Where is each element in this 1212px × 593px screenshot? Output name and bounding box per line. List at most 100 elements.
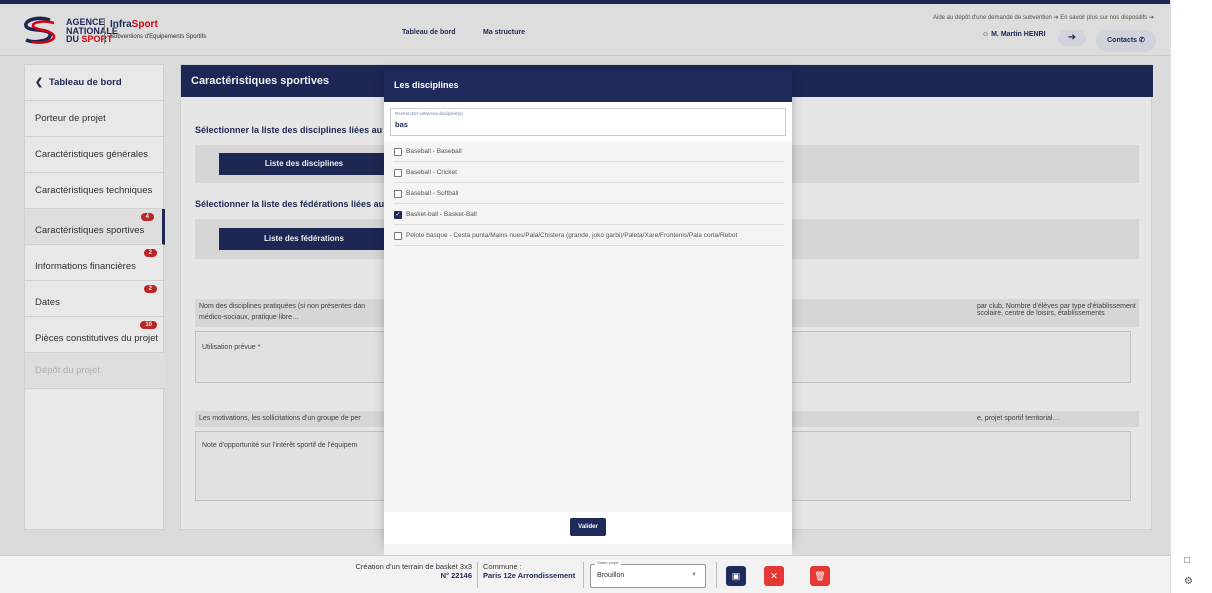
sidebar-item-label: Dates: [35, 297, 60, 308]
checkbox-checked-icon[interactable]: ✓: [394, 210, 402, 219]
disciplines-section-label: Sélectionner la liste des disciplines li…: [195, 125, 391, 135]
sidebar-badge: 2: [143, 285, 157, 293]
logout-button[interactable]: ➜: [1058, 30, 1086, 46]
sidebar-item-submit: Dépôt du projet: [25, 353, 165, 389]
validate-button[interactable]: Valider: [570, 518, 606, 536]
status-select-value: Brouillon: [597, 572, 625, 579]
sidebar-item-financial[interactable]: Informations financières 2: [25, 245, 165, 281]
commune-info: Commune : Paris 12e Arrondissement: [483, 562, 575, 580]
discipline-search-field[interactable]: Rechercher votre/vos discipline(s): [390, 108, 786, 136]
nav-my-structure[interactable]: Ma structure: [483, 29, 525, 36]
user-account[interactable]: ☺ M. Martin HENRI: [982, 31, 1046, 38]
checkbox-icon[interactable]: [394, 231, 402, 240]
sidebar: ❮ Tableau de bord Porteur de projet Carac…: [24, 64, 165, 530]
sidebar-back-dashboard[interactable]: ❮ Tableau de bord: [25, 65, 165, 101]
project-name: Création d'un terrain de basket 3x3: [355, 562, 472, 571]
sidebar-item-label: Informations financières: [35, 261, 136, 272]
checkbox-icon[interactable]: [394, 147, 402, 156]
sidebar-item-dates[interactable]: Dates 2: [25, 281, 165, 317]
practices-hint-right: par club, Nombre d'élèves par type d'éta…: [977, 303, 1136, 317]
sidebar-item-label: Pièces constitutives du projet: [35, 333, 159, 344]
footer-divider: [716, 562, 717, 588]
sidebar-item-documents[interactable]: Pièces constitutives du projet 10: [25, 317, 165, 353]
sidebar-item-label: Caractéristiques techniques: [35, 185, 153, 196]
motivations-hint-left: Les motivations, les sollicitations d'un…: [199, 415, 361, 422]
modal-header: Les disciplines: [384, 70, 792, 102]
save-icon: ▣: [731, 571, 741, 581]
sidebar-item-label: Caractéristiques sportives: [35, 225, 145, 236]
brand-title-b: Sport: [131, 19, 158, 30]
browser-side-panel: □ ⚙: [1170, 0, 1212, 593]
discipline-option[interactable]: Baseball - Baseball: [394, 142, 784, 162]
disciplines-list-button[interactable]: Liste des disciplines: [219, 153, 389, 175]
settings-gear-icon[interactable]: ⚙: [1184, 576, 1193, 587]
opportunity-placeholder: Note d'opportunité sur l'intérêt sportif…: [202, 442, 358, 449]
discipline-option-label: Baseball - Baseball: [406, 148, 462, 155]
modal-footer: Valider: [384, 512, 792, 544]
close-icon: ✕: [770, 571, 778, 581]
agency-line-3b: SPORT: [81, 34, 113, 44]
help-links[interactable]: Aide au dépôt d'une demande de subventio…: [933, 14, 1154, 21]
motivations-hint-right: e, projet sportif territorial…: [977, 415, 1060, 422]
discipline-option-label: Baseball - Cricket: [406, 169, 457, 176]
practices-hint-left2: médico-sociaux, pratique libre…: [199, 314, 299, 321]
page-title: Caractéristiques sportives: [191, 75, 330, 87]
cancel-button[interactable]: ✕: [764, 566, 784, 586]
nav-dashboard[interactable]: Tableau de bord: [402, 29, 456, 36]
panel-icon[interactable]: □: [1184, 555, 1190, 566]
discipline-option[interactable]: Baseball - Softball: [394, 184, 784, 204]
discipline-option-label: Basket-ball - Basket-Ball: [406, 211, 477, 218]
sidebar-item-general[interactable]: Caractéristiques générales: [25, 137, 165, 173]
chevron-down-icon: ▼: [691, 572, 697, 578]
discipline-option[interactable]: ✓ Basket-ball - Basket-Ball: [394, 205, 784, 225]
footer-divider: [477, 562, 478, 588]
sidebar-item-porteur[interactable]: Porteur de projet: [25, 101, 165, 137]
agency-line-3a: DU: [66, 34, 79, 44]
checkbox-icon[interactable]: [394, 168, 402, 177]
footer-bar: Création d'un terrain de basket 3x3 N° 2…: [0, 555, 1170, 593]
brand-title[interactable]: InfraSport: [110, 19, 158, 30]
federations-list-button[interactable]: Liste des fédérations: [219, 228, 389, 250]
project-number: N° 22146: [440, 571, 472, 580]
brand-title-a: Infra: [110, 19, 132, 30]
sidebar-item-label: Caractéristiques générales: [35, 149, 149, 160]
project-info: Création d'un terrain de basket 3x3 N° 2…: [340, 562, 472, 580]
usage-label: Utilisation prévue *: [202, 344, 261, 351]
commune-label: Commune :: [483, 562, 522, 571]
delete-button[interactable]: 🗑: [810, 566, 830, 586]
checkbox-icon[interactable]: [394, 189, 402, 198]
modal-title: Les disciplines: [394, 80, 459, 90]
sidebar-badge: 2: [143, 249, 157, 257]
discipline-option[interactable]: Pelote basque - Cesta punta/Mains nues/P…: [394, 226, 784, 246]
chevron-left-icon: ❮: [35, 77, 43, 88]
logout-icon: ➜: [1067, 32, 1077, 43]
brand-subtitle: Subventions d'Equipements Sportifs: [110, 34, 207, 40]
status-select[interactable]: Statut projet Brouillon ▼: [590, 560, 706, 588]
sidebar-badge: 10: [140, 321, 157, 329]
trash-icon: 🗑: [814, 571, 826, 581]
sidebar-item-technical[interactable]: Caractéristiques techniques: [25, 173, 165, 209]
discipline-option-label: Pelote basque - Cesta punta/Mains nues/P…: [406, 232, 738, 239]
sidebar-item-label: Dépôt du projet: [35, 365, 100, 376]
status-select-label: Statut projet: [595, 560, 621, 565]
sidebar-back-label: Tableau de bord: [48, 77, 122, 88]
contacts-label: Contacts: [1107, 37, 1138, 44]
discipline-option-label: Baseball - Softball: [406, 190, 459, 197]
discipline-option[interactable]: Baseball - Cricket: [394, 163, 784, 183]
save-button[interactable]: ▣: [726, 566, 746, 586]
contacts-button[interactable]: Contacts ✆: [1096, 30, 1156, 52]
practices-hint-left: Nom des disciplines pratiquées (si non p…: [199, 303, 366, 310]
discipline-search-input[interactable]: [395, 120, 775, 129]
phone-icon: ✆: [1139, 37, 1145, 44]
sidebar-item-label: Porteur de projet: [35, 113, 106, 124]
discipline-search-label: Rechercher votre/vos discipline(s): [395, 111, 463, 116]
logo-divider: [104, 18, 105, 44]
footer-divider: [583, 562, 584, 588]
commune-value: Paris 12e Arrondissement: [483, 571, 576, 580]
user-name: M. Martin HENRI: [991, 31, 1046, 38]
sidebar-badge: 4: [140, 213, 154, 221]
disciplines-modal: Les disciplines Rechercher votre/vos dis…: [384, 70, 792, 580]
sidebar-item-sports[interactable]: Caractéristiques sportives 4: [25, 209, 165, 245]
user-icon: ☺: [982, 31, 992, 38]
ans-logo-icon: [24, 16, 56, 44]
